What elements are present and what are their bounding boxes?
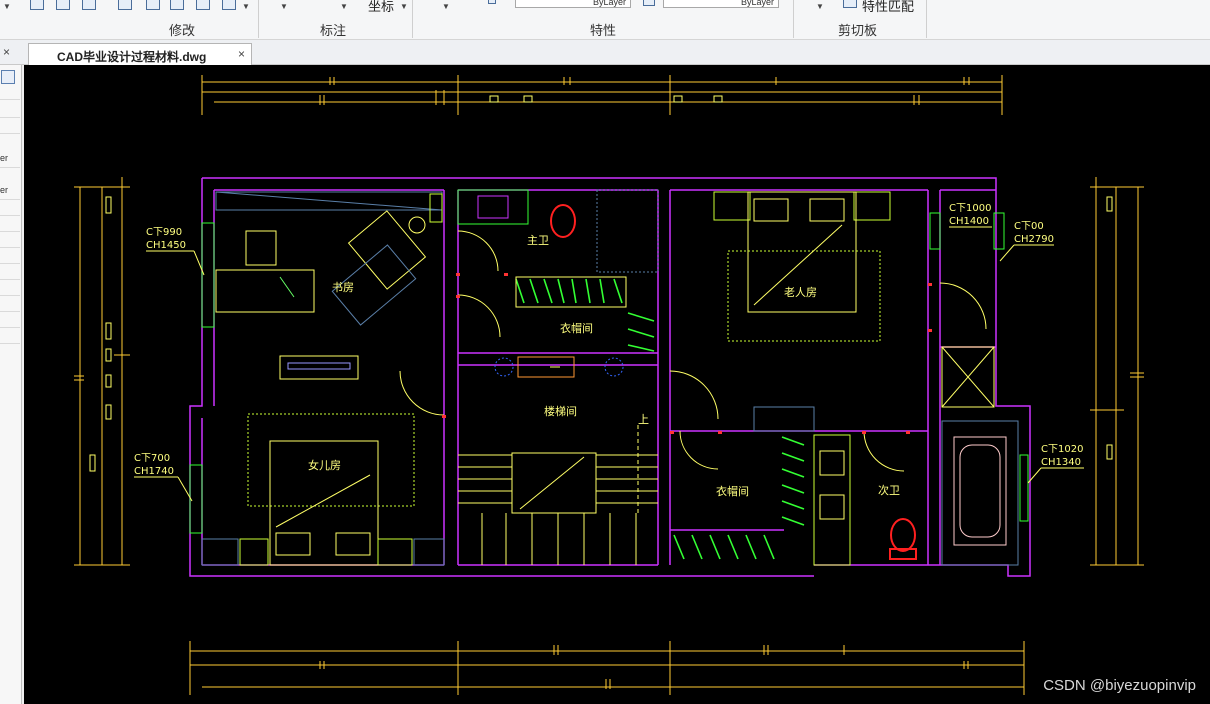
match-properties-button[interactable]: 特性匹配 [862,0,914,15]
match-properties-icon[interactable] [843,0,857,8]
window-tag-height: CH2790 [1014,234,1054,245]
coordinate-button[interactable]: 坐标 [368,0,394,15]
window-tag-code: C下700 [134,453,170,464]
room-label-cloakroom-top: 衣帽间 [560,321,593,335]
group-label-modify: 修改 [169,23,196,38]
ribbon-toolbar: ▼ ▼ 修改 ▼ ▼ 坐标 ▼ 标注 ▼ ByLayer ByLayer 特性 … [0,0,1210,40]
dropdown-arrow-icon[interactable]: ▼ [3,2,11,11]
master-bath-fixtures [457,189,659,273]
close-tab-button[interactable]: × [238,47,245,61]
wardrobe-top [515,276,655,352]
group-divider [926,0,927,38]
group-label-annotate: 标注 [320,23,347,38]
offset-icon[interactable] [146,0,160,10]
dimension-lines-right [1090,177,1144,566]
wardrobe-bottom [673,436,805,560]
group-label-properties: 特性 [590,23,617,38]
panel-divider [0,327,20,328]
window-markers-top [489,95,723,103]
window-tag-height: CH1450 [146,240,186,251]
panel-divider [0,133,20,134]
rotate-icon[interactable] [82,0,96,10]
panel-divider [0,263,20,264]
move-icon[interactable] [30,0,44,10]
room-label-staircase: 楼梯间 [544,404,577,418]
window-tag-w4: C下00 CH2790 [999,221,1054,262]
panel-text-fragment: er [0,185,9,195]
document-tab[interactable]: CAD毕业设计过程材料.dwg × [28,43,252,65]
room-label-elder-room: 老人房 [784,286,817,299]
panel-divider [0,199,20,200]
panel-divider [0,167,20,168]
watermark-text: CSDN @biyezuopinvip [1043,677,1196,694]
color-select[interactable]: ByLayer [515,0,631,8]
window-tag-code: C下990 [146,227,182,238]
dropdown-arrow-icon[interactable]: ▼ [816,2,824,11]
document-tab-title: CAD毕业设计过程材料.dwg [57,50,207,64]
dimension-lines-top [201,75,1003,115]
layer-icon[interactable] [488,0,496,4]
window-tag-height: CH1740 [134,466,174,477]
side-panel-close-button[interactable]: × [3,45,10,59]
window-tag-height: CH1340 [1041,457,1081,468]
linetype-icon[interactable] [643,0,655,6]
dropdown-arrow-icon[interactable]: ▼ [340,2,348,11]
panel-divider [0,311,20,312]
document-tab-bar: × CAD毕业设计过程材料.dwg × [0,40,1210,65]
floor-plan-drawing: 书房 主卫 衣帽间 老人房 楼梯间 上 女儿房 衣帽间 次卫 C下990 CH1… [74,75,1144,695]
group-divider [412,0,413,38]
side-panel: er er [0,65,22,704]
dimension-lines-bottom [189,641,1025,695]
dropdown-arrow-icon[interactable]: ▼ [442,2,450,11]
room-label-study: 书房 [332,281,354,294]
window-tag-w2: C下700 CH1740 [134,453,193,502]
dimension-lines-left [74,177,130,566]
copy-icon[interactable] [56,0,70,10]
stair-hall-decor [494,356,624,378]
window-tag-w5: C下1020 CH1340 [1027,444,1084,484]
window-tag-code: C下1020 [1041,444,1083,455]
dropdown-arrow-icon[interactable]: ▼ [242,2,250,11]
elder-room-furniture [713,191,891,432]
panel-divider [0,117,20,118]
edit-icon[interactable] [222,0,236,10]
dropdown-arrow-icon[interactable]: ▼ [400,2,408,11]
panel-tool-icon[interactable] [1,70,15,84]
dropdown-arrow-icon[interactable]: ▼ [280,2,288,11]
group-divider [793,0,794,38]
panel-divider [0,215,20,216]
panel-divider [0,295,20,296]
window-tag-w1: C下990 CH1450 [146,227,205,276]
group-label-clipboard: 剪切板 [838,23,878,38]
room-label-second-bath: 次卫 [878,483,900,497]
panel-divider [0,343,20,344]
circle-tool-icon[interactable] [170,0,184,10]
window-tag-code: C下1000 [949,203,991,214]
room-label-daughter-room: 女儿房 [308,458,341,472]
group-divider [258,0,259,38]
room-label-master-bath: 主卫 [527,234,549,247]
panel-divider [0,247,20,248]
window-markers-right [1106,196,1113,460]
align-icon[interactable] [118,0,132,10]
study-furniture [215,191,443,380]
door-swings [399,230,987,472]
panel-text-fragment: er [0,153,9,163]
window-tag-height: CH1400 [949,216,989,227]
stair-direction-label: 上 [638,413,649,426]
array-icon[interactable] [196,0,210,10]
panel-divider [0,279,20,280]
second-bath-fixtures [813,420,1029,566]
staircase [458,425,658,565]
elder-side-windows [929,212,1005,408]
panel-divider [0,231,20,232]
window-tag-w3: C下1000 CH1400 [949,203,992,228]
daughter-room-furniture [201,413,445,566]
room-label-cloakroom-bottom: 衣帽间 [716,484,749,498]
window-tag-code: C下00 [1014,221,1044,232]
drawing-canvas[interactable]: 书房 主卫 衣帽间 老人房 楼梯间 上 女儿房 衣帽间 次卫 C下990 CH1… [24,65,1210,704]
panel-divider [0,99,20,100]
linetype-select[interactable]: ByLayer [663,0,779,8]
window-markers-left [89,196,112,472]
